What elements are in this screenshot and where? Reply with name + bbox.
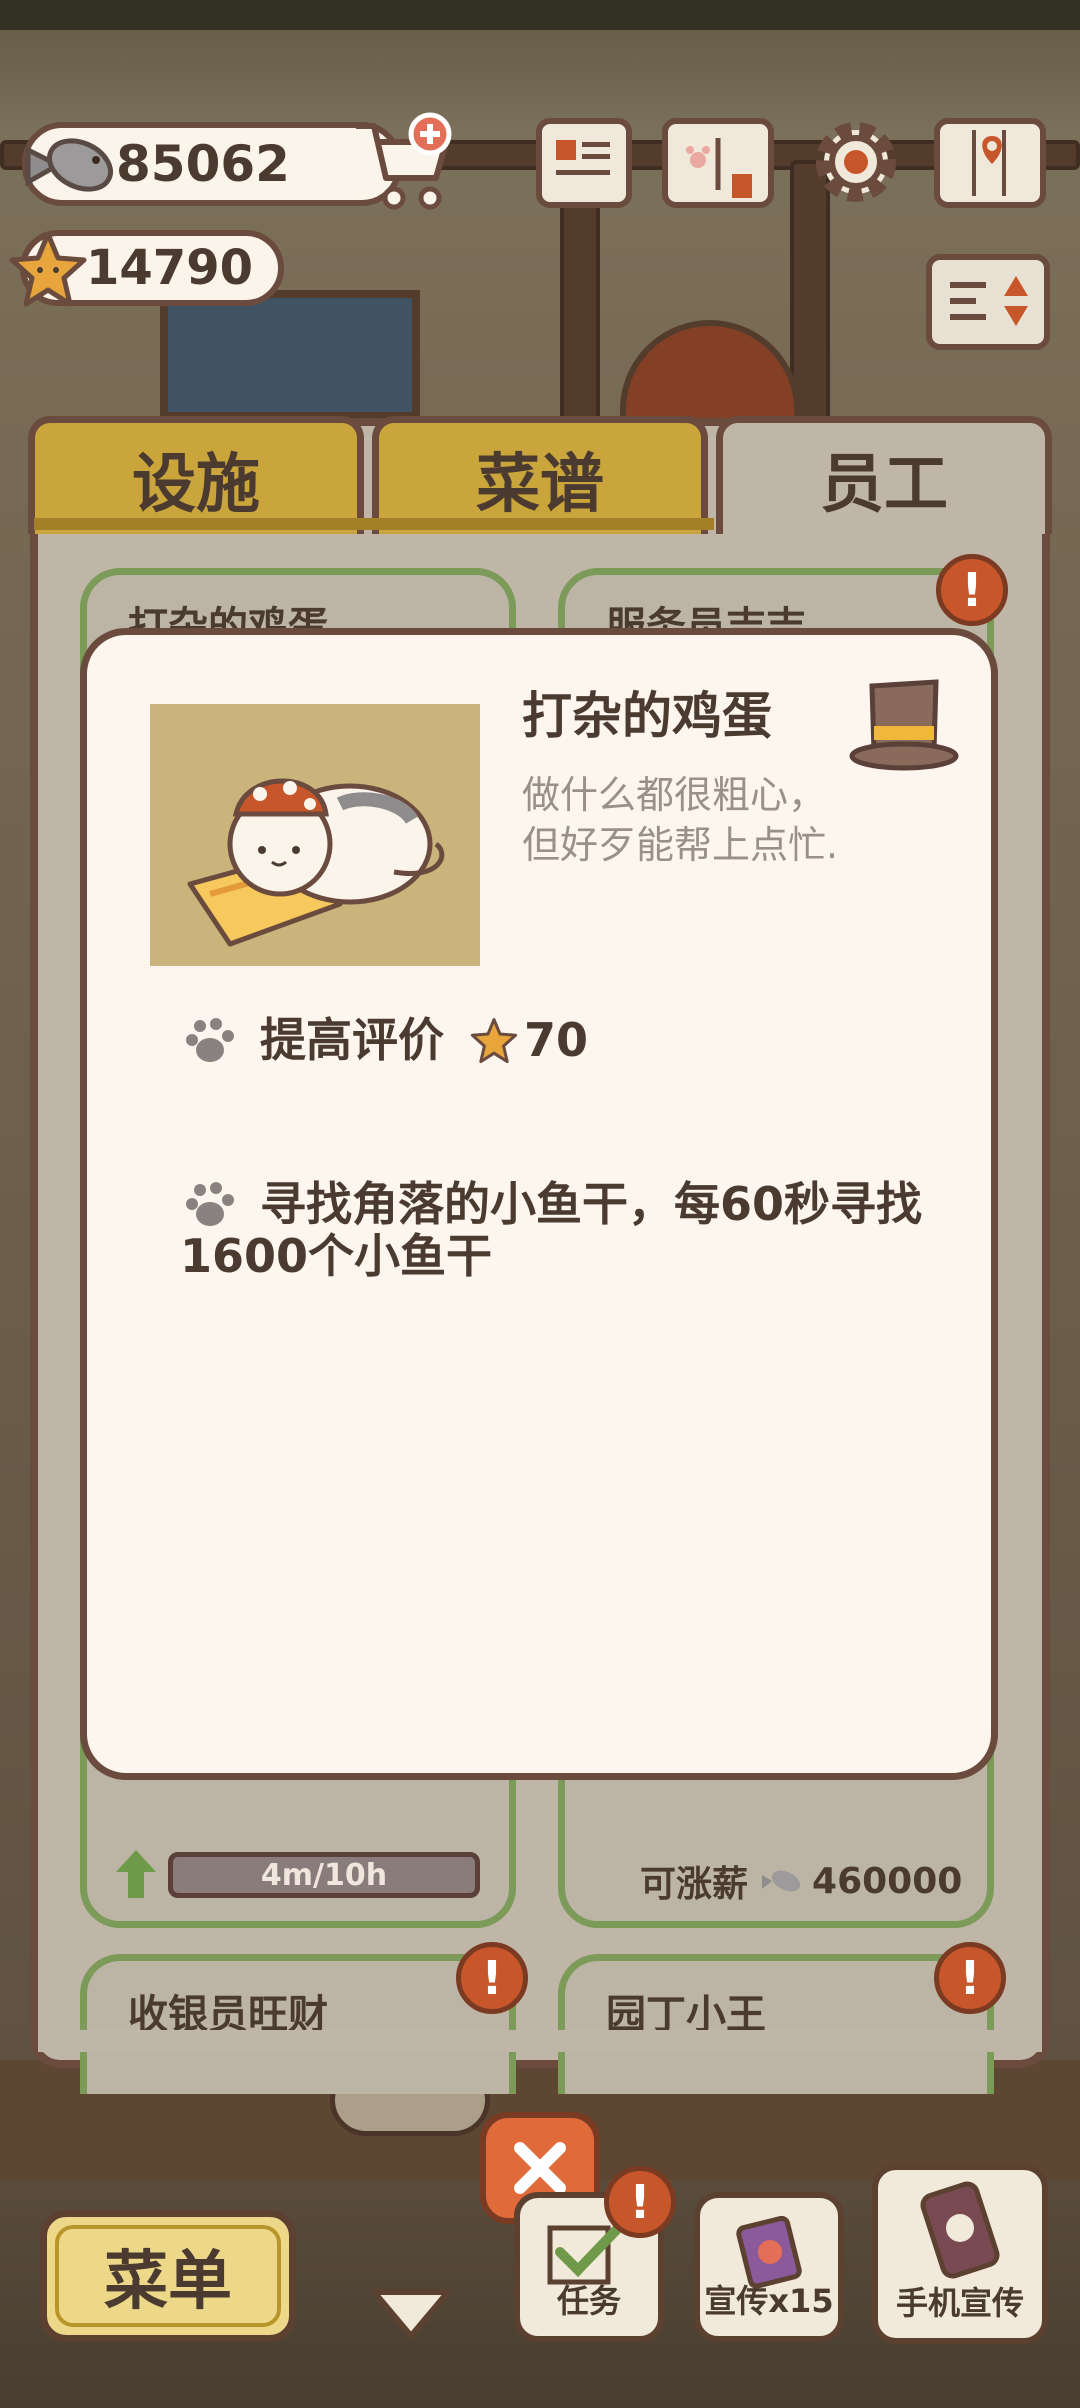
- effect-desc-line: 寻找角落的小鱼干，每60秒寻找: [260, 1177, 923, 1231]
- raise-label: 可涨薪: [640, 1864, 749, 1905]
- star-count: 14790: [86, 240, 253, 296]
- cat-album-button[interactable]: [662, 118, 774, 208]
- profile-card-button[interactable]: [536, 118, 632, 208]
- timer-label: 4m/10h: [260, 1857, 388, 1893]
- effect-description: 寻找角落的小鱼干，每60秒寻找 1600个小鱼干: [180, 1177, 923, 1282]
- popup-desc-line: 但好歹能帮上点忙.: [522, 823, 839, 867]
- badge-text: !: [481, 1951, 503, 2005]
- shop-cart-icon[interactable]: [350, 112, 462, 216]
- tab-label: 菜谱: [476, 447, 604, 522]
- menu-button[interactable]: 菜单: [40, 2210, 296, 2342]
- tab-divider: [34, 518, 714, 530]
- tasks-alert-badge: !: [604, 2166, 676, 2238]
- staff-timer-bar: 4m/10h: [168, 1852, 480, 1898]
- badge-text: !: [629, 2175, 651, 2229]
- staff-portrait: [150, 704, 480, 966]
- badge-text: !: [959, 1951, 981, 2005]
- alert-badge: !: [936, 554, 1008, 626]
- top-hat-icon: [849, 679, 959, 771]
- tab-facilities[interactable]: 设施: [28, 416, 364, 534]
- paw-icon: [186, 1182, 234, 1226]
- menu-label: 菜单: [104, 2245, 232, 2319]
- popup-staff-name: 打杂的鸡蛋: [522, 687, 772, 745]
- paw-icon: [186, 1018, 234, 1062]
- fish-icon: [25, 138, 113, 192]
- panel-bottom-edge: [38, 2030, 1042, 2052]
- close-icon: [514, 2142, 566, 2194]
- phone-promote-label: 手机宣传: [895, 2284, 1024, 2322]
- tab-staff[interactable]: 员工: [716, 416, 1052, 534]
- fish-count: 85062: [116, 135, 290, 193]
- raise-amount: 460000: [812, 1860, 963, 1902]
- tab-recipes[interactable]: 菜谱: [372, 416, 708, 534]
- effect-desc-line: 1600个小鱼干: [180, 1229, 493, 1283]
- cat-on-mop-illustration: [187, 778, 445, 947]
- map-icon: [972, 130, 1006, 196]
- book-icon: [686, 138, 752, 198]
- effect-label: 提高评价: [260, 1013, 444, 1067]
- phone-icon: [920, 2181, 1000, 2279]
- fish-icon: [762, 1870, 801, 1892]
- effect-value: 70: [524, 1013, 589, 1067]
- popup-desc-line: 做什么都很粗心，: [522, 773, 827, 817]
- effect-row-rating: 提高评价 70: [180, 1014, 588, 1070]
- settings-gear-icon[interactable]: [806, 112, 906, 212]
- alert-badge: !: [456, 1942, 528, 2014]
- tab-label: 员工: [820, 447, 948, 522]
- upgrade-arrow-icon: [116, 1850, 156, 1898]
- tab-label: 设施: [132, 447, 260, 522]
- sort-icon: [950, 276, 1028, 326]
- badge-text: !: [961, 563, 983, 617]
- effect-row-fish: 寻找角落的小鱼干，每60秒寻找 1600个小鱼干: [180, 1178, 922, 1282]
- alert-badge: !: [934, 1942, 1006, 2014]
- star-icon: [9, 231, 87, 307]
- map-button[interactable]: [934, 118, 1046, 208]
- id-card-icon: [556, 140, 610, 175]
- sort-toggle-button[interactable]: [926, 254, 1050, 350]
- flyer-icon: [736, 2215, 802, 2289]
- raise-salary-info[interactable]: 可涨薪 460000: [640, 1855, 962, 1907]
- star-icon: [470, 1018, 518, 1064]
- popup-description: 做什么都很粗心， 但好歹能帮上点忙.: [522, 770, 838, 870]
- collapse-arrow-icon[interactable]: [366, 2284, 456, 2344]
